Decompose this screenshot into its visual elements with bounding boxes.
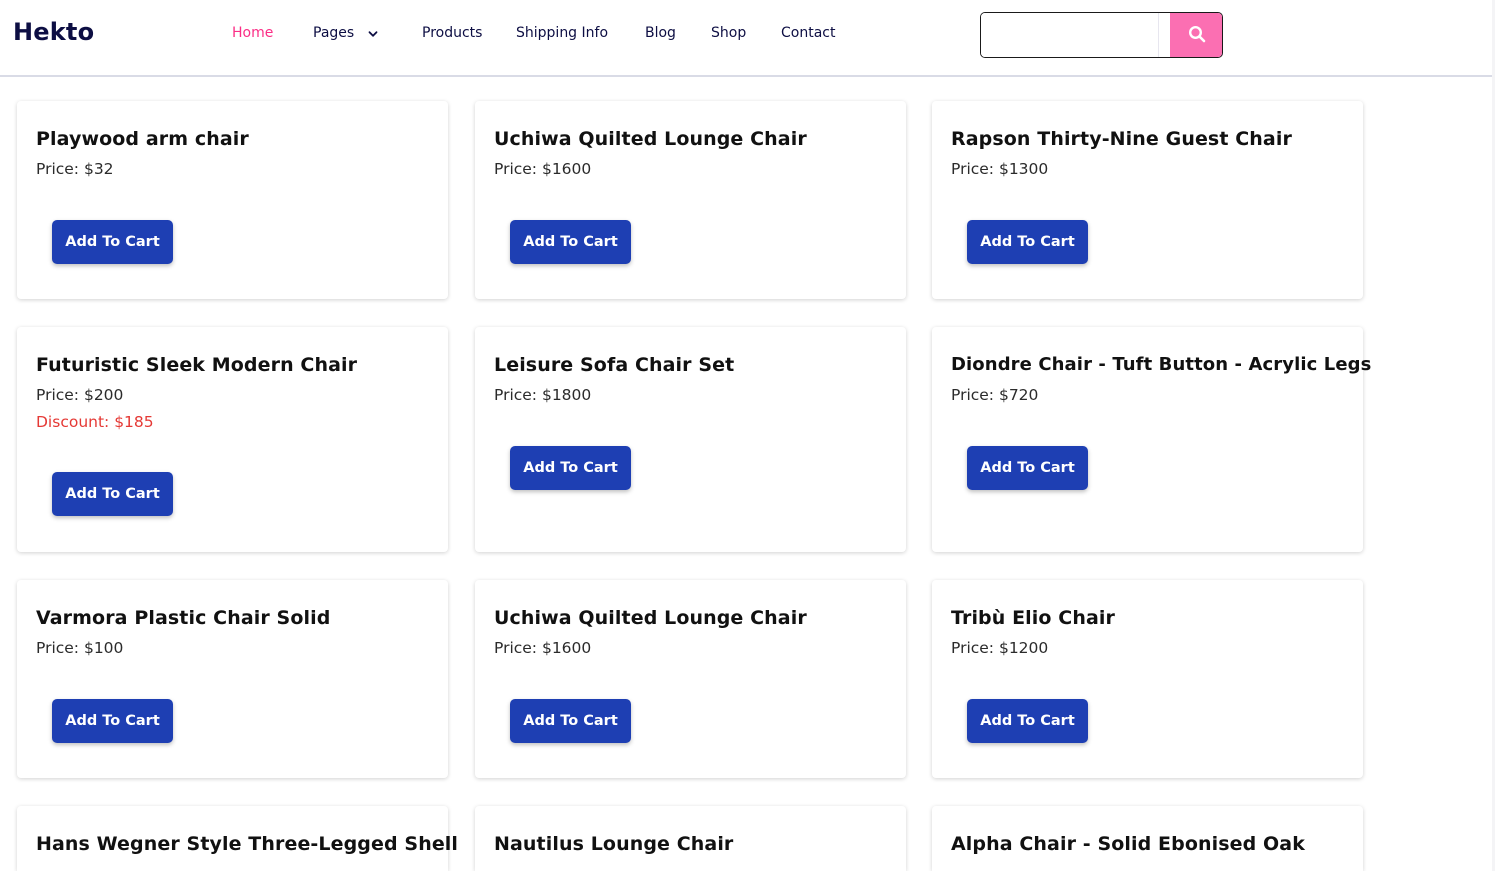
product-card: Uchiwa Quilted Lounge Chair Price: $1600…: [475, 101, 906, 299]
nav-contact[interactable]: Contact: [781, 25, 835, 41]
product-title[interactable]: Alpha Chair - Solid Ebonised Oak: [951, 833, 1305, 855]
add-to-cart-button[interactable]: Add To Cart: [510, 699, 631, 743]
nav-shop[interactable]: Shop: [711, 25, 746, 41]
product-title[interactable]: Diondre Chair - Tuft Button - Acrylic Le…: [951, 354, 1371, 375]
product-title[interactable]: Rapson Thirty-Nine Guest Chair: [951, 128, 1292, 150]
product-title[interactable]: Uchiwa Quilted Lounge Chair: [494, 128, 807, 150]
product-price: Price: $200: [36, 386, 124, 404]
chevron-down-icon: [368, 27, 378, 37]
add-to-cart-button[interactable]: Add To Cart: [967, 220, 1088, 264]
product-title[interactable]: Futuristic Sleek Modern Chair: [36, 354, 357, 376]
product-title[interactable]: Varmora Plastic Chair Solid: [36, 607, 330, 629]
nav-pages-label: Pages: [313, 25, 355, 41]
product-discount: Discount: $185: [36, 413, 154, 431]
product-price: Price: $1200: [951, 639, 1049, 657]
product-price: Price: $720: [951, 386, 1039, 404]
product-card: Alpha Chair - Solid Ebonised Oak: [932, 806, 1363, 871]
product-card: Diondre Chair - Tuft Button - Acrylic Le…: [932, 327, 1371, 552]
product-card: Futuristic Sleek Modern Chair Price: $20…: [17, 327, 448, 552]
search-button[interactable]: [1170, 13, 1222, 57]
product-price: Price: $1600: [494, 160, 592, 178]
search-icon: [1188, 25, 1206, 46]
search-input[interactable]: [981, 13, 1159, 57]
product-card: Rapson Thirty-Nine Guest Chair Price: $1…: [932, 101, 1363, 299]
product-title[interactable]: Uchiwa Quilted Lounge Chair: [494, 607, 807, 629]
add-to-cart-button[interactable]: Add To Cart: [52, 472, 173, 516]
add-to-cart-button[interactable]: Add To Cart: [510, 446, 631, 490]
add-to-cart-button[interactable]: Add To Cart: [967, 699, 1088, 743]
site-logo[interactable]: Hekto: [13, 18, 94, 46]
site-header: Hekto Home Pages Products Shipping Info …: [0, 0, 1495, 77]
search-bar: [980, 12, 1223, 58]
nav-home[interactable]: Home: [232, 25, 273, 41]
nav-products[interactable]: Products: [422, 25, 482, 41]
product-price: Price: $1300: [951, 160, 1049, 178]
product-price: Price: $1600: [494, 639, 592, 657]
product-price: Price: $32: [36, 160, 114, 178]
nav-blog[interactable]: Blog: [645, 25, 676, 41]
product-title[interactable]: Leisure Sofa Chair Set: [494, 354, 734, 376]
product-title[interactable]: Playwood arm chair: [36, 128, 249, 150]
nav-shipping-info[interactable]: Shipping Info: [516, 25, 608, 41]
product-price: Price: $100: [36, 639, 124, 657]
product-price: Price: $1800: [494, 386, 592, 404]
nav-pages[interactable]: Pages: [313, 25, 378, 41]
product-title[interactable]: Hans Wegner Style Three-Legged Shell: [36, 833, 458, 855]
product-title[interactable]: Nautilus Lounge Chair: [494, 833, 733, 855]
product-card: Hans Wegner Style Three-Legged Shell: [17, 806, 458, 871]
add-to-cart-button[interactable]: Add To Cart: [52, 220, 173, 264]
add-to-cart-button[interactable]: Add To Cart: [52, 699, 173, 743]
product-card: Playwood arm chair Price: $32 Add To Car…: [17, 101, 448, 299]
product-card: Tribù Elio Chair Price: $1200 Add To Car…: [932, 580, 1363, 778]
add-to-cart-button[interactable]: Add To Cart: [510, 220, 631, 264]
add-to-cart-button[interactable]: Add To Cart: [967, 446, 1088, 490]
product-card: Nautilus Lounge Chair: [475, 806, 906, 871]
product-card: Leisure Sofa Chair Set Price: $1800 Add …: [475, 327, 906, 552]
product-title[interactable]: Tribù Elio Chair: [951, 607, 1115, 629]
product-card: Uchiwa Quilted Lounge Chair Price: $1600…: [475, 580, 906, 778]
product-card: Varmora Plastic Chair Solid Price: $100 …: [17, 580, 448, 778]
